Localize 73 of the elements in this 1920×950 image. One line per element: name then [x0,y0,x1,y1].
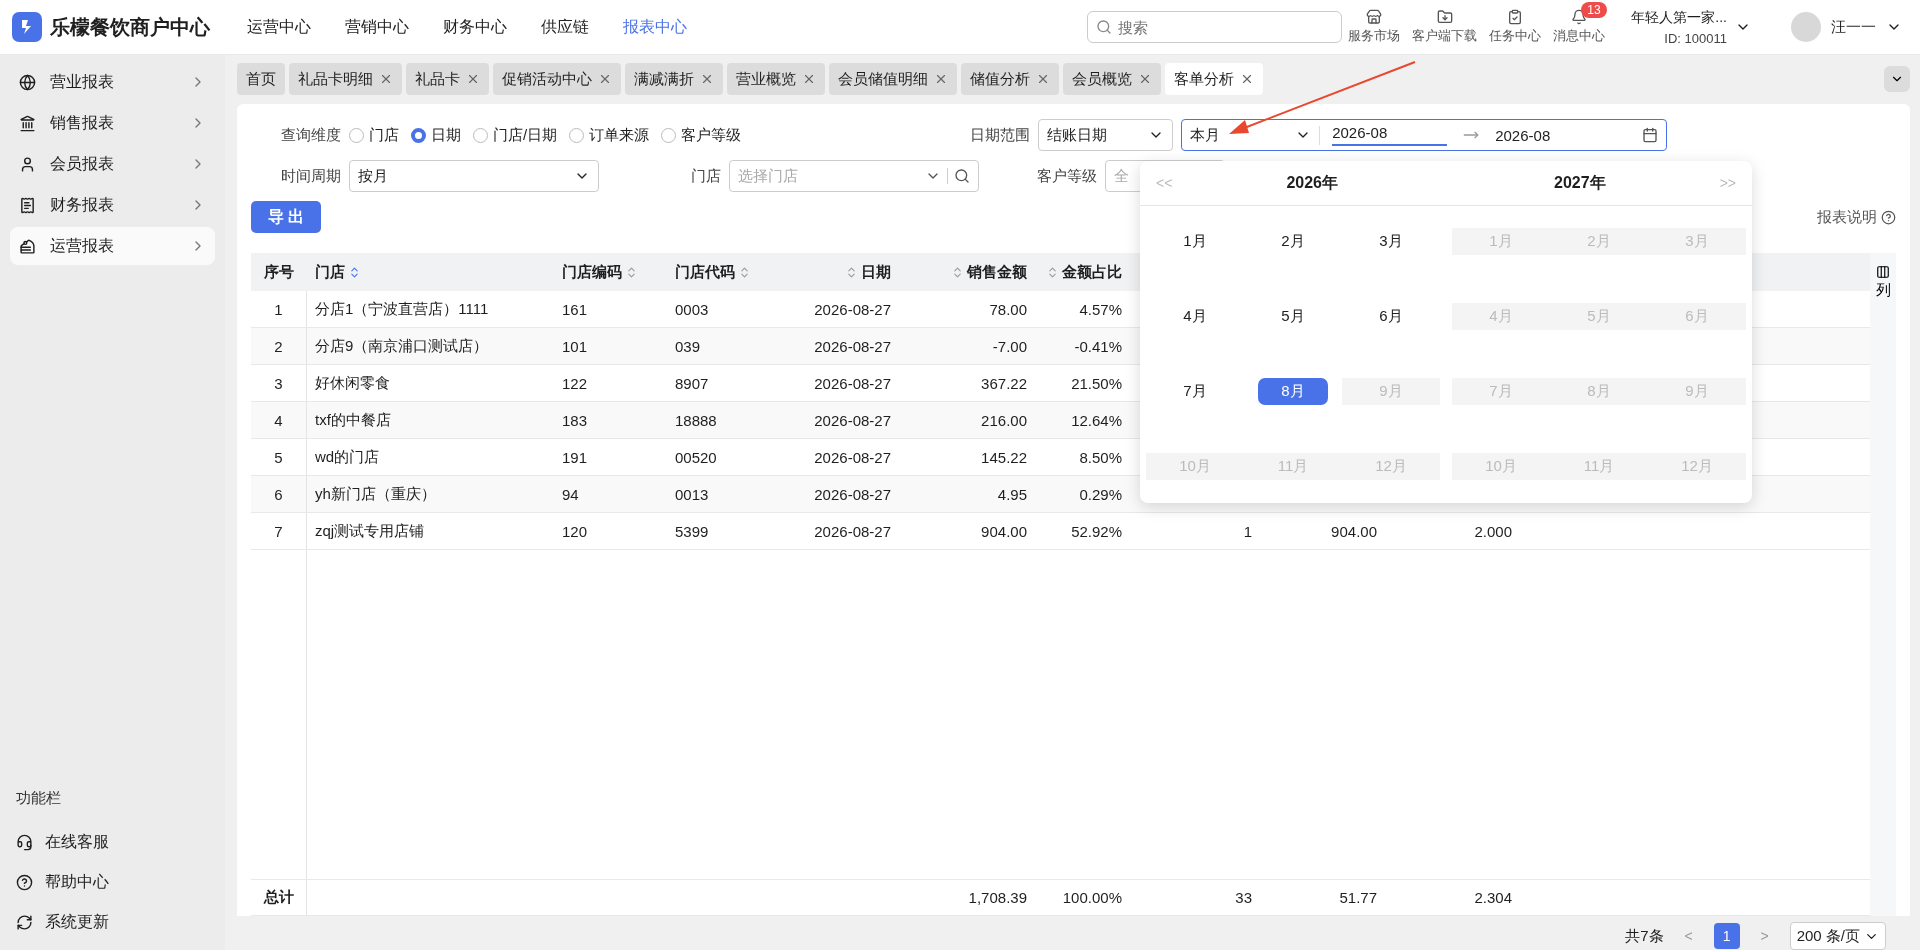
merchant-id: ID: 100011 [1664,30,1727,46]
table-cell-text: 94 [561,484,580,505]
table-cell-text: 1 [1242,521,1253,542]
table-cell-text: 145.22 [980,447,1028,468]
table-cell-text: 039 [674,336,702,357]
year-title: 2026年 [1285,172,1339,193]
table-cell-text: zqj测试专用店铺 [314,520,426,541]
table-cell-text: 161 [561,299,589,320]
merchant-name: 年轻人第一家... [1631,8,1727,27]
table-cell-text: txf的中餐店 [314,409,392,430]
brand-name: 乐檬餐饮商户中心 [50,14,210,40]
field-label: 门店 [691,166,721,186]
total-count: 共7条 [1625,926,1664,946]
table-cell-text: 191 [561,447,589,468]
table-cell-text: 101 [561,336,589,357]
table-cell-text: 12.64% [1070,410,1123,431]
table-cell-text: 216.00 [980,410,1028,431]
table-cell-text: -0.41% [1073,336,1123,357]
table-cell-text: 122 [561,373,589,394]
table-cell-text: -7.00 [991,336,1028,357]
table-cell: 3 [251,365,307,401]
table-cell-text: 0003 [674,299,710,320]
table-cell-text: 904.00 [1330,521,1378,542]
total-cell-text: 2.304 [1473,888,1513,908]
notification-badge: 13 [1581,2,1607,18]
table-cell-text: 00520 [674,447,718,468]
column-header: 序号 [263,261,295,282]
total-cell-text: 100.00% [1061,888,1123,908]
year-title: 2027年 [1553,172,1607,193]
table-cell-text: 分店9（南京浦口测试店） [314,335,490,356]
total-cell-text: 51.77 [1338,888,1378,908]
total-cell-text: 1,708.39 [967,888,1028,908]
table-cell-text: 120 [561,521,589,542]
table-cell-text: 18888 [674,410,718,431]
table-cell-text: 4.57% [1078,299,1123,320]
table-cell: 7 [251,513,307,549]
field-label: 查询维度 [281,125,341,145]
table-cell-text: 2026-08-27 [813,373,892,394]
table-cell-text: yh新门店（重庆） [314,483,437,504]
total-label: 总计 [251,880,307,915]
table-cell-text: 904.00 [980,521,1028,542]
table-cell-text: 52.92% [1070,521,1123,542]
table-cell-text: 2026-08-27 [813,336,892,357]
table-cell: 1 [251,291,307,327]
table-cell-text: 分店1（宁波直营店）1111 [314,298,490,319]
table-cell: 6 [251,476,307,512]
table-cell-text: 0013 [674,484,710,505]
user-name: 汪一一 [1831,17,1876,37]
table-cell-text: 好休闲零食 [314,372,391,393]
table-cell: 5 [251,439,307,475]
table-cell-text: 5399 [674,521,710,542]
table-cell-text: 21.50% [1070,373,1123,394]
table-cell-text: 0.29% [1078,484,1123,505]
table-cell-text: 2.000 [1473,521,1513,542]
table-cell-text: 8.50% [1078,447,1123,468]
table-cell-text: 2026-08-27 [813,299,892,320]
table-cell-text: 2026-08-27 [813,484,892,505]
total-cell-text: 33 [1234,888,1253,908]
table-cell-text: 2026-08-27 [813,447,892,468]
field-label: 日期范围 [970,125,1031,145]
table-cell-text: 2026-08-27 [813,521,892,542]
field-label: 时间周期 [281,166,341,186]
table-cell-text: 367.22 [980,373,1028,394]
table-cell-text: 183 [561,410,589,431]
table-cell-text: 8907 [674,373,710,394]
field-label: 客户等级 [1037,166,1097,186]
table-cell-text: 78.00 [988,299,1028,320]
table-cell: 4 [251,402,307,438]
section-title: 功能栏 [15,789,62,808]
table-cell-text: wd的门店 [314,446,381,467]
table-cell: 2 [251,328,307,364]
table-cell-text: 2026-08-27 [813,410,892,431]
table-cell-text: 4.95 [996,484,1028,505]
